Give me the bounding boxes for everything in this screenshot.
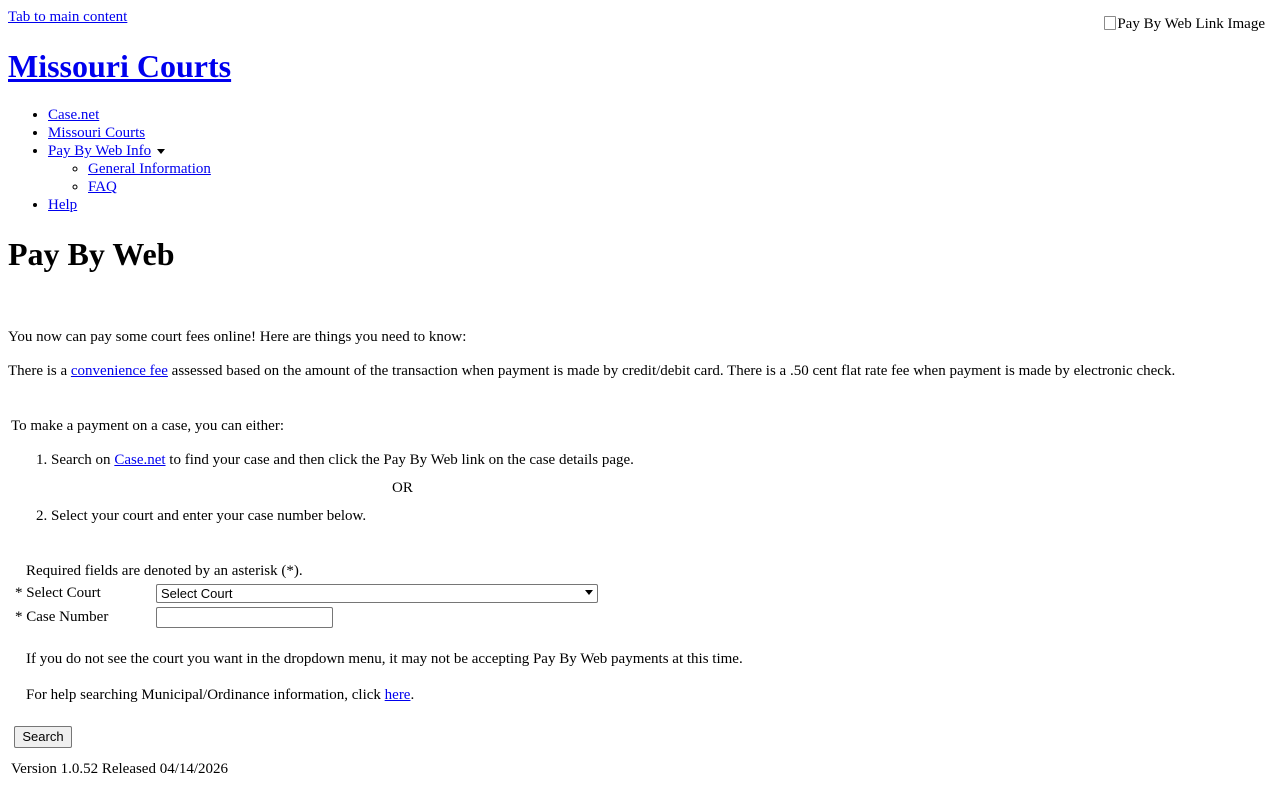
select-court-label: * Select Court (15, 585, 101, 601)
nav-item-missouri-courts: Missouri Courts (48, 124, 211, 142)
nav-link-general-information[interactable]: General Information (88, 161, 211, 177)
step-search-casenet: Search on Case.net to find your case and… (51, 451, 634, 469)
fee-text: There is a convenience fee assessed base… (8, 362, 1175, 380)
municipal-help-note: For help searching Municipal/Ordinance i… (26, 686, 414, 704)
or-separator: OR (392, 480, 413, 496)
nav-item-general-information: General Information (88, 160, 211, 178)
step1-prefix: Search on (51, 452, 111, 468)
required-fields-note: Required fields are denoted by an asteri… (26, 563, 303, 579)
dropdown-note: If you do not see the court you want in … (26, 651, 743, 667)
broken-image-icon (1104, 16, 1117, 30)
image-alt-text: Pay By Web Link Image (1117, 16, 1265, 32)
nav-link-help[interactable]: Help (48, 197, 77, 213)
step-select-court: Select your court and enter your case nu… (51, 507, 366, 525)
nav-link-missouri-courts[interactable]: Missouri Courts (48, 125, 145, 141)
main-nav: Case.net Missouri Courts Pay By Web Info… (8, 106, 211, 214)
nav-item-help: Help (48, 196, 211, 214)
site-title: Missouri Courts (8, 46, 231, 86)
help-prefix: For help searching Municipal/Ordinance i… (26, 687, 381, 703)
convenience-fee-link[interactable]: convenience fee (71, 363, 168, 379)
caret-down-icon[interactable] (157, 149, 166, 155)
case-number-input[interactable] (156, 607, 333, 628)
nav-link-faq[interactable]: FAQ (88, 179, 117, 195)
nav-link-casenet[interactable]: Case.net (48, 107, 99, 123)
nav-item-faq: FAQ (88, 178, 211, 196)
step1-suffix: to find your case and then click the Pay… (169, 452, 634, 468)
payment-steps: Search on Case.net to find your case and… (11, 451, 634, 469)
page-title: Pay By Web (8, 236, 175, 272)
skip-to-main-link[interactable]: Tab to main content (8, 8, 127, 26)
nav-submenu: General Information FAQ (48, 160, 211, 196)
select-court-value: Select Court (161, 586, 233, 601)
intro-text: You now can pay some court fees online! … (8, 329, 467, 345)
pay-by-web-link-image[interactable]: Pay By Web Link Image (1104, 15, 1265, 33)
nav-item-pay-by-web-info: Pay By Web Info General Information FAQ (48, 142, 211, 196)
casenet-link[interactable]: Case.net (114, 452, 165, 468)
fee-suffix: assessed based on the amount of the tran… (171, 363, 1176, 379)
search-button[interactable]: Search (14, 726, 72, 748)
fee-prefix: There is a (8, 363, 68, 379)
nav-link-pay-by-web-info[interactable]: Pay By Web Info (48, 143, 151, 159)
select-court-dropdown[interactable]: Select Court (156, 584, 598, 603)
nav-pay-by-web-info-label: Pay By Web Info (48, 143, 152, 159)
municipal-help-link[interactable]: here (385, 687, 411, 703)
chevron-down-icon (585, 590, 593, 595)
payment-options-intro: To make a payment on a case, you can eit… (11, 418, 285, 434)
case-number-label: * Case Number (15, 609, 109, 625)
payment-steps-continued: Select your court and enter your case nu… (11, 507, 366, 525)
version-text: Version 1.0.52 Released 04/14/2026 (11, 761, 229, 777)
site-title-link[interactable]: Missouri Courts (8, 48, 231, 84)
help-suffix: . (410, 687, 415, 703)
nav-item-casenet: Case.net (48, 106, 211, 124)
